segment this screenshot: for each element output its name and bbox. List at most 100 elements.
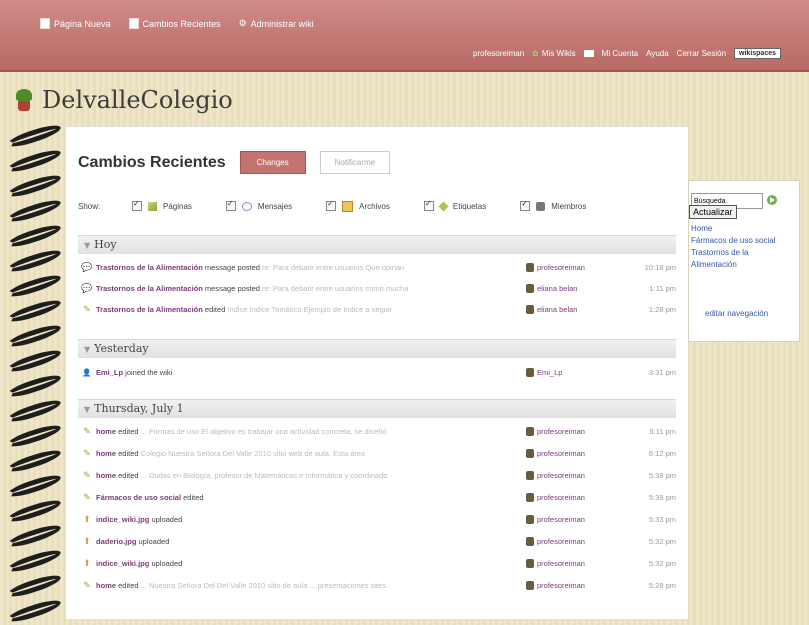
nav-item-home[interactable]: Home — [691, 223, 787, 235]
change-row: ✎ Trastornos de la Alimentación edited I… — [78, 299, 676, 319]
edit-navigation-link[interactable]: editar navegación — [705, 309, 768, 318]
my-wikis-link[interactable]: ✿ Mis Wikis — [532, 49, 575, 58]
file-icon — [342, 200, 354, 212]
page-icon — [40, 18, 50, 29]
recent-changes-link[interactable]: Cambios Recientes — [128, 18, 221, 29]
change-link[interactable]: indice_wiki.jpg — [96, 559, 149, 568]
pages-checkbox[interactable] — [132, 199, 142, 211]
change-action: edited — [116, 448, 139, 458]
user-avatar-icon — [526, 580, 534, 590]
change-link[interactable]: daderio.jpg — [96, 537, 136, 546]
change-detail: re: Para debatir entre usuarios Que opin… — [259, 262, 405, 272]
change-link[interactable]: home — [96, 427, 116, 436]
help-link[interactable]: Ayuda — [646, 49, 669, 58]
change-user[interactable]: profesoreiman — [526, 470, 636, 480]
change-user[interactable]: profesoreiman — [526, 536, 636, 546]
change-desc: Emi_Lp joined the wiki — [96, 368, 526, 377]
user-avatar-icon — [526, 283, 534, 293]
change-link[interactable]: home — [96, 449, 116, 458]
change-user[interactable]: eliana belan — [526, 283, 636, 293]
wikispaces-logo[interactable]: wikispaces — [734, 48, 781, 59]
change-user[interactable]: profesoreiman — [526, 262, 636, 272]
change-desc: home edited ... Dudas en Biología, profe… — [96, 471, 526, 480]
change-link[interactable]: home — [96, 581, 116, 590]
change-action: edited — [202, 304, 226, 314]
tab-changes[interactable]: Changes — [239, 151, 306, 174]
change-action: uploaded — [149, 514, 183, 524]
change-desc: home edited ... Formas de uso El objetiv… — [96, 427, 526, 436]
user-name: profesoreiman — [537, 426, 585, 436]
section-header[interactable]: ▼ Thursday, July 1 — [78, 399, 676, 418]
user-name: profesoreiman — [537, 558, 585, 568]
user-avatar-icon — [526, 470, 534, 480]
messages-checkbox[interactable] — [225, 199, 236, 211]
manage-wiki-link[interactable]: ⚙ Administrar wiki — [239, 18, 314, 29]
change-row: ⬆ indice_wiki.jpg uploaded profesoreiman… — [78, 553, 676, 573]
member-join-icon: 👤 — [82, 367, 92, 377]
change-user[interactable]: profesoreiman — [526, 426, 636, 436]
filter-files-label: Archivos — [359, 201, 390, 211]
my-account-link[interactable]: Mi Cuenta — [602, 49, 638, 58]
change-detail: Colegio Nuestra Señora Del Valle 2010 si… — [138, 448, 366, 458]
wiki-navigation: Home Fármacos de uso social Trastornos d… — [691, 223, 787, 271]
recent-changes-label: Cambios Recientes — [142, 18, 221, 29]
change-user[interactable]: Emi_Lp — [526, 367, 636, 377]
change-row: ✎ home edited ... Nuestra Señora Del Del… — [78, 575, 676, 595]
new-page-link[interactable]: Página Nueva — [40, 18, 111, 29]
pencil-icon: ✎ — [83, 303, 91, 314]
change-desc: daderio.jpg uploaded — [96, 537, 526, 546]
change-user[interactable]: profesoreiman — [526, 492, 636, 502]
nav-item-trastornos[interactable]: Trastornos de la Alimentación — [691, 247, 787, 271]
user-name: profesoreiman — [537, 514, 585, 524]
filter-messages-label: Mensajes — [257, 201, 293, 211]
change-action: uploaded — [136, 536, 170, 546]
change-link[interactable]: Fármacos de uso social — [96, 493, 181, 502]
new-page-label: Página Nueva — [54, 18, 111, 29]
change-link[interactable]: indice_wiki.jpg — [96, 515, 149, 524]
section-header[interactable]: ▼ Yesterday — [78, 339, 676, 358]
nav-item-farmacos[interactable]: Fármacos de uso social — [691, 235, 787, 247]
site-title[interactable]: DelvalleColegio — [42, 86, 233, 114]
files-checkbox[interactable] — [326, 199, 337, 211]
section-title: Thursday, July 1 — [94, 402, 184, 415]
change-user[interactable]: profesoreiman — [526, 448, 636, 458]
gear-icon: ⚙ — [238, 18, 247, 28]
update-button[interactable]: Actualizar — [689, 205, 737, 219]
change-user[interactable]: profesoreiman — [526, 558, 636, 568]
filter-files[interactable]: Archivos — [326, 199, 390, 212]
change-time: 5:28 pm — [648, 580, 676, 590]
members-checkbox[interactable] — [520, 199, 531, 211]
change-link[interactable]: home — [96, 471, 116, 480]
change-link[interactable]: Emi_Lp — [96, 368, 123, 377]
change-user[interactable]: profesoreiman — [526, 580, 636, 590]
change-desc: home edited ... Nuestra Señora Del Del V… — [96, 581, 526, 590]
pencil-icon: ✎ — [83, 491, 91, 502]
search-go-icon[interactable] — [767, 195, 777, 205]
section-header[interactable]: ▼ Hoy — [78, 235, 676, 254]
filter-tags[interactable]: Etiquetas — [423, 199, 486, 211]
change-time: 1:11 pm — [649, 283, 676, 293]
change-user[interactable]: eliana belan — [526, 304, 636, 314]
change-link[interactable]: Trastornos de la Alimentación — [96, 263, 203, 272]
change-link[interactable]: Trastornos de la Alimentación — [96, 284, 203, 293]
sign-out-link[interactable]: Cerrar Sesión — [677, 49, 726, 58]
change-link[interactable]: Trastornos de la Alimentación — [96, 305, 203, 314]
change-row: ⬆ daderio.jpg uploaded profesoreiman 5:3… — [78, 531, 676, 551]
top-toolbar: Página Nueva Cambios Recientes ⚙ Adminis… — [0, 0, 809, 72]
site-header: DelvalleColegio — [14, 86, 233, 114]
tag-icon — [438, 201, 449, 211]
filter-messages[interactable]: Mensajes — [225, 199, 293, 211]
user-name: profesoreiman — [537, 262, 585, 272]
tab-notify[interactable]: Notificarme — [319, 151, 391, 174]
username-link[interactable]: profesoreiman — [473, 49, 524, 58]
tags-checkbox[interactable] — [423, 199, 434, 211]
change-action: uploaded — [149, 558, 183, 568]
filter-pages[interactable]: Páginas — [132, 199, 192, 211]
mail-icon[interactable] — [583, 50, 594, 57]
filter-members[interactable]: Miembros — [520, 199, 586, 211]
change-row: 👤 Emi_Lp joined the wiki Emi_Lp 3:31 pm — [78, 362, 676, 382]
user-name: eliana belan — [537, 304, 578, 314]
change-user[interactable]: profesoreiman — [526, 514, 636, 524]
page-header: Cambios Recientes Changes Notificarme — [78, 151, 391, 174]
notebook-spiral — [0, 121, 66, 625]
